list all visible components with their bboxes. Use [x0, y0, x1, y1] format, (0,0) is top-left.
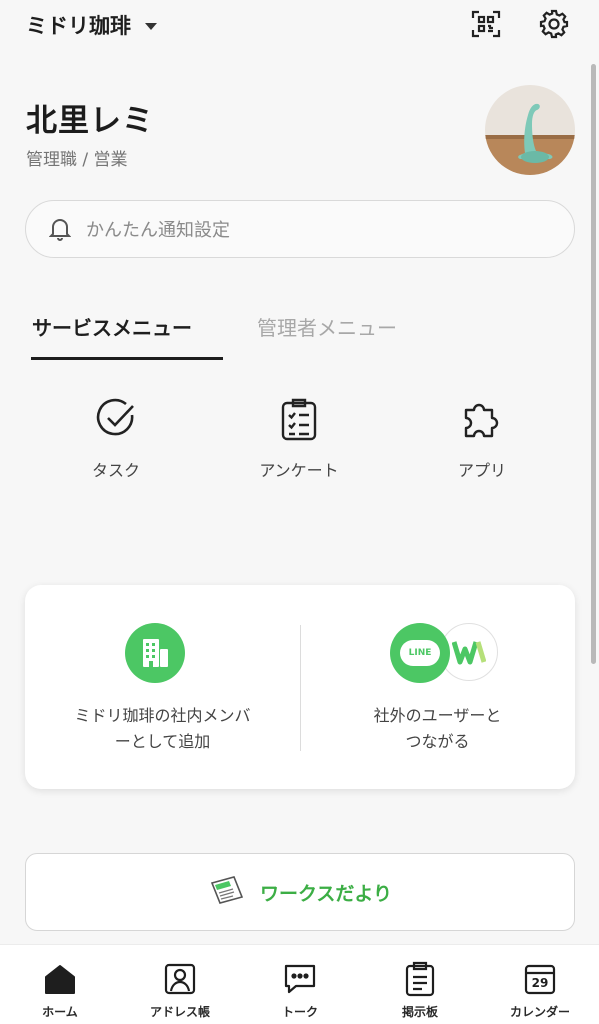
add-internal-member-button[interactable]: ミドリ珈琲の社内メンバ ーとして追加 — [25, 585, 300, 789]
avatar[interactable] — [485, 85, 575, 175]
check-circle-icon — [92, 395, 140, 443]
home-icon — [40, 959, 80, 999]
profile-role: 管理職 / 営業 — [26, 150, 128, 170]
org-name: ミドリ珈琲 — [26, 14, 131, 38]
notification-settings-label: かんたん通知設定 — [86, 220, 230, 241]
add-internal-member-label: ミドリ珈琲の社内メンバ ーとして追加 — [74, 706, 251, 751]
works-newsletter-button[interactable]: ワークスだより — [25, 853, 575, 931]
service-apps-label: アプリ — [457, 461, 506, 480]
tab-service-menu[interactable]: サービスメニュー — [32, 312, 192, 341]
tab-admin-menu[interactable]: 管理者メニュー — [257, 312, 397, 341]
nav-talk[interactable]: トーク — [240, 945, 360, 1024]
nav-talk-label: トーク — [281, 1005, 318, 1019]
calendar-icon: 29 — [520, 959, 560, 999]
scrollbar[interactable] — [591, 64, 596, 664]
nav-home[interactable]: ホーム — [0, 945, 120, 1024]
board-icon — [400, 959, 440, 999]
nav-board-label: 掲示板 — [401, 1005, 438, 1019]
works-newsletter-label: ワークスだより — [259, 882, 393, 905]
service-survey-label: アンケート — [259, 461, 339, 480]
newspaper-icon — [208, 875, 246, 909]
nav-calendar[interactable]: 29 カレンダー — [480, 945, 599, 1024]
active-tab-indicator — [31, 357, 223, 360]
top-bar: ミドリ珈琲 — [0, 0, 599, 56]
chat-icon — [280, 959, 320, 999]
clipboard-icon — [275, 395, 323, 443]
nav-address-book-label: アドレス帳 — [149, 1005, 210, 1019]
bottom-nav: ホーム アドレス帳 トーク 掲示板 29 カレンダー — [0, 944, 599, 1024]
service-task[interactable]: タスク — [56, 395, 176, 481]
line-icon: LINE — [390, 623, 450, 683]
qr-code-icon[interactable] — [468, 6, 504, 42]
nav-address-book[interactable]: アドレス帳 — [120, 945, 240, 1024]
building-icon — [125, 623, 185, 683]
nav-board[interactable]: 掲示板 — [360, 945, 480, 1024]
service-apps[interactable]: アプリ — [422, 395, 542, 481]
chevron-down-icon — [145, 22, 157, 30]
profile-name: 北里レミ — [26, 103, 154, 139]
invite-card: ミドリ珈琲の社内メンバ ーとして追加 LINE 社外のユーザーと つながる — [25, 585, 575, 789]
notification-settings-button[interactable]: かんたん通知設定 — [25, 200, 575, 258]
connect-external-users-button[interactable]: LINE 社外のユーザーと つながる — [300, 585, 575, 789]
line-badge-text: LINE — [408, 648, 432, 658]
service-survey[interactable]: アンケート — [239, 395, 359, 481]
bell-icon — [48, 217, 72, 241]
service-task-label: タスク — [91, 461, 140, 480]
gear-icon[interactable] — [536, 6, 572, 42]
calendar-day: 29 — [531, 976, 549, 990]
puzzle-icon — [458, 395, 506, 443]
connect-external-users-label: 社外のユーザーと つながる — [373, 706, 502, 751]
nav-calendar-label: カレンダー — [509, 1005, 570, 1019]
address-book-icon — [160, 959, 200, 999]
nav-home-label: ホーム — [42, 1005, 78, 1019]
org-switcher[interactable]: ミドリ珈琲 — [26, 10, 157, 40]
